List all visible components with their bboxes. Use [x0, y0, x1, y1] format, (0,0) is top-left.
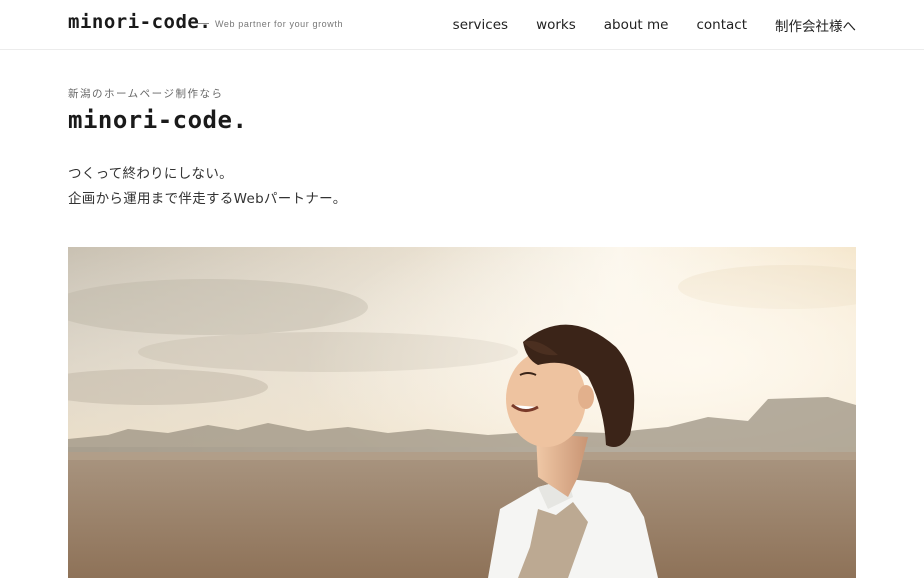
nav-works[interactable]: works [536, 17, 576, 33]
field [68, 452, 856, 578]
site-header: minori-code. Web partner for your growth… [0, 0, 924, 50]
nav-about-me[interactable]: about me [604, 17, 669, 33]
hero-photo [68, 247, 856, 578]
nav-for-agencies[interactable]: 制作会社様へ [775, 15, 856, 35]
main-nav: services works about me contact 制作会社様へ [453, 0, 856, 49]
nav-services[interactable]: services [453, 17, 508, 33]
tagline-text: Web partner for your growth [215, 19, 344, 29]
hero-title: minori-code. [68, 106, 248, 134]
nav-contact[interactable]: contact [696, 17, 747, 33]
site-tagline: Web partner for your growth [197, 19, 343, 29]
hero-eyebrow: 新潟のホームページ制作なら [68, 88, 224, 100]
site-logo[interactable]: minori-code. [68, 11, 211, 33]
hero-lead-line-1: つくって終わりにしない。 [68, 166, 233, 182]
hero-lead: つくって終わりにしない。 企画から運用まで伴走するWebパートナー。 [68, 162, 347, 212]
tagline-dash [197, 23, 209, 25]
hero-lead-line-2: 企画から運用まで伴走するWebパートナー。 [68, 191, 347, 207]
